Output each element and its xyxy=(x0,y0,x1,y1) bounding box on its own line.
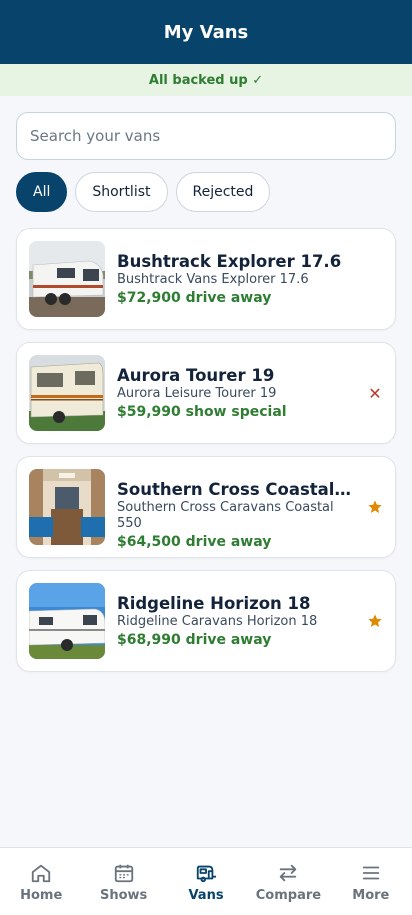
van-list: Bushtrack Explorer 17.6 Bushtrack Vans E… xyxy=(16,228,396,684)
nav-item-vans[interactable]: Vans xyxy=(165,848,247,915)
filter-chip-rejected[interactable]: Rejected xyxy=(175,172,271,212)
van-card[interactable]: Aurora Tourer 19 Aurora Leisure Tourer 1… xyxy=(16,342,396,444)
home-icon xyxy=(30,862,52,884)
compare-arrows-icon xyxy=(277,862,299,884)
van-name: Ridgeline Horizon 18 xyxy=(117,594,311,613)
van-info: Aurora Tourer 19 Aurora Leisure Tourer 1… xyxy=(117,365,353,422)
van-price: $68,990 drive away xyxy=(117,632,272,648)
shortlist-star-icon[interactable] xyxy=(365,611,385,631)
van-photo xyxy=(29,583,105,659)
van-name: Southern Cross Coastal 550 xyxy=(117,480,353,499)
van-card[interactable]: Bushtrack Explorer 17.6 Bushtrack Vans E… xyxy=(16,228,396,330)
filter-chip-shortlist[interactable]: Shortlist xyxy=(75,172,168,212)
filter-chips: All Shortlist Rejected xyxy=(16,172,271,212)
search-input[interactable] xyxy=(16,112,396,160)
nav-label: More xyxy=(352,888,390,903)
van-model: Bushtrack Vans Explorer 17.6 xyxy=(117,272,309,287)
backup-status-text: All backed up ✓ xyxy=(148,72,264,88)
nav-item-home[interactable]: Home xyxy=(0,848,82,915)
bottom-nav: Home Shows Vans Compare More xyxy=(0,847,412,915)
nav-item-more[interactable]: More xyxy=(330,848,412,915)
filter-chip-label: All xyxy=(33,184,51,200)
van-price: $72,900 drive away xyxy=(117,290,272,306)
nav-label: Shows xyxy=(99,888,148,903)
filter-chip-all[interactable]: All xyxy=(16,172,68,212)
van-photo xyxy=(29,355,105,431)
nav-label: Compare xyxy=(255,888,322,903)
van-info: Ridgeline Horizon 18 Ridgeline Caravans … xyxy=(117,593,353,650)
backup-status-banner: All backed up ✓ xyxy=(0,64,412,96)
van-price: $64,500 drive away xyxy=(117,534,272,550)
van-model: Southern Cross Caravans Coastal 550 xyxy=(117,500,334,531)
filter-chip-label: Shortlist xyxy=(92,184,151,200)
page-title: My Vans xyxy=(163,21,249,43)
shortlist-star-icon[interactable] xyxy=(365,497,385,517)
nav-item-compare[interactable]: Compare xyxy=(247,848,329,915)
filter-chip-label: Rejected xyxy=(192,184,254,200)
van-card[interactable]: Southern Cross Coastal 550 Southern Cros… xyxy=(16,456,396,558)
van-info: Bushtrack Explorer 17.6 Bushtrack Vans E… xyxy=(117,251,353,308)
search-container xyxy=(16,112,396,160)
rejected-close-icon[interactable]: ✕ xyxy=(365,383,385,403)
calendar-icon xyxy=(113,862,135,884)
van-price: $59,990 show special xyxy=(117,404,287,420)
menu-icon xyxy=(360,862,382,884)
van-model: Aurora Leisure Tourer 19 xyxy=(117,386,277,401)
van-card[interactable]: Ridgeline Horizon 18 Ridgeline Caravans … xyxy=(16,570,396,672)
van-model: Ridgeline Caravans Horizon 18 xyxy=(117,614,318,629)
van-name: Aurora Tourer 19 xyxy=(117,366,275,385)
van-photo xyxy=(29,469,105,545)
nav-item-shows[interactable]: Shows xyxy=(82,848,164,915)
app-header: My Vans xyxy=(0,0,412,64)
van-info: Southern Cross Coastal 550 Southern Cros… xyxy=(117,479,353,552)
van-photo xyxy=(29,241,105,317)
nav-label: Home xyxy=(20,888,63,903)
nav-label: Vans xyxy=(188,888,224,903)
van-name: Bushtrack Explorer 17.6 xyxy=(117,252,342,271)
caravan-icon xyxy=(195,862,217,884)
